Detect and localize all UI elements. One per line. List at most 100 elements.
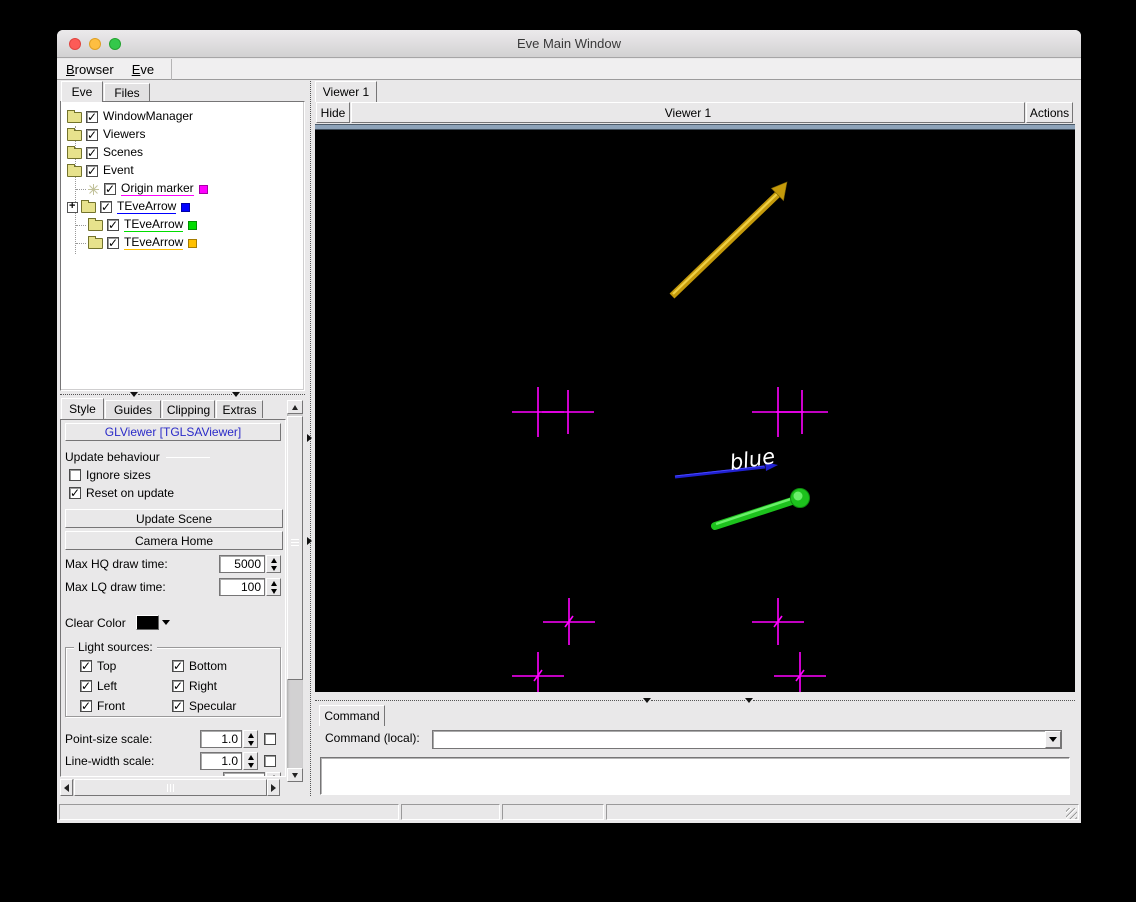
glviewer-class-button[interactable]: GLViewer [TGLSAViewer] xyxy=(65,423,281,441)
tab-command[interactable]: Command xyxy=(319,705,385,726)
light-top-option[interactable]: Top xyxy=(80,659,172,673)
light-right-checkbox[interactable] xyxy=(172,679,184,693)
light-front-option[interactable]: Front xyxy=(80,699,172,713)
tree-item-label[interactable]: Event xyxy=(103,164,134,178)
window-titlebar[interactable]: Eve Main Window xyxy=(57,30,1081,58)
green-arrow[interactable] xyxy=(711,488,810,530)
hide-button[interactable]: Hide xyxy=(316,102,350,123)
tree-row-tevearrow-yellow[interactable]: TEveArrow xyxy=(61,234,198,252)
splitter-arrow-icon[interactable] xyxy=(745,697,753,703)
tree-row-origin-marker[interactable]: Origin marker xyxy=(61,180,208,198)
scroll-down-icon[interactable] xyxy=(287,768,303,782)
tree-item-label[interactable]: Origin marker xyxy=(121,182,194,196)
tree-row-tevearrow-blue[interactable]: TEveArrow xyxy=(61,198,191,216)
visibility-checkbox[interactable] xyxy=(104,182,116,196)
menu-browser[interactable]: Browser xyxy=(57,60,123,79)
light-left-checkbox[interactable] xyxy=(80,679,92,693)
tab-viewer-1[interactable]: Viewer 1 xyxy=(315,81,377,102)
light-bottom-checkbox[interactable] xyxy=(172,659,184,673)
vscrollbar-thumb[interactable] xyxy=(287,416,303,680)
gl-canvas[interactable]: blue xyxy=(315,130,1075,692)
yellow-arrow[interactable] xyxy=(669,181,788,299)
max-hq-spinner[interactable] xyxy=(266,555,281,573)
tree-item-label[interactable]: TEveArrow xyxy=(117,200,177,214)
splitter-arrow-icon[interactable] xyxy=(232,391,240,397)
color-swatch[interactable] xyxy=(188,238,198,248)
line-width-checkbox[interactable] xyxy=(264,755,276,767)
tree-item-label[interactable]: Viewers xyxy=(103,128,145,142)
camera-home-button[interactable]: Camera Home xyxy=(65,531,283,550)
tree-item-label[interactable]: TEveArrow xyxy=(124,218,184,232)
tree-row-event[interactable]: Event xyxy=(61,162,134,180)
scroll-left-icon[interactable] xyxy=(60,779,73,796)
viewer-header-title[interactable]: Viewer 1 xyxy=(351,102,1025,123)
reset-on-update-option[interactable]: Reset on update xyxy=(69,486,174,500)
tree-row-tevearrow-green[interactable]: TEveArrow xyxy=(61,216,198,234)
max-hq-spinbox[interactable] xyxy=(219,555,265,573)
tree-row-scenes[interactable]: Scenes xyxy=(61,144,143,162)
wireframe-spinner[interactable] xyxy=(266,772,281,776)
viewer-command-splitter[interactable] xyxy=(315,696,1075,704)
visibility-checkbox[interactable] xyxy=(86,110,98,124)
visibility-checkbox[interactable] xyxy=(107,236,119,250)
tree-row-viewers[interactable]: Viewers xyxy=(61,126,145,144)
tree-item-label[interactable]: Scenes xyxy=(103,146,143,160)
panel-splitter[interactable] xyxy=(305,81,315,796)
splitter-arrow-icon[interactable] xyxy=(643,697,651,703)
tree-item-label[interactable]: TEveArrow xyxy=(124,236,184,250)
eve-tree-panel[interactable]: WindowManager Viewers Scenes Event xyxy=(60,101,305,391)
update-scene-button[interactable]: Update Scene xyxy=(65,509,283,528)
color-swatch[interactable] xyxy=(188,220,198,230)
tab-extras[interactable]: Extras xyxy=(216,400,263,418)
gl-viewport[interactable]: blue xyxy=(315,130,1075,692)
tree-row-windowmanager[interactable]: WindowManager xyxy=(61,108,193,126)
color-swatch[interactable] xyxy=(181,202,191,212)
combo-dropdown-icon[interactable] xyxy=(1045,731,1061,748)
visibility-checkbox[interactable] xyxy=(86,128,98,142)
line-width-spinbox[interactable] xyxy=(200,752,242,770)
visibility-checkbox[interactable] xyxy=(100,200,112,214)
scroll-right-icon[interactable] xyxy=(267,779,280,796)
max-lq-spinbox[interactable] xyxy=(219,578,265,596)
tree-style-splitter[interactable] xyxy=(60,390,305,398)
point-size-spinner[interactable] xyxy=(243,730,258,748)
clear-color-swatch[interactable] xyxy=(135,615,159,630)
light-specular-checkbox[interactable] xyxy=(172,699,184,713)
light-left-option[interactable]: Left xyxy=(80,679,172,693)
line-width-spinner[interactable] xyxy=(243,752,258,770)
splitter-arrow-icon[interactable] xyxy=(307,434,312,442)
visibility-checkbox[interactable] xyxy=(86,164,98,178)
color-swatch[interactable] xyxy=(198,184,208,194)
light-right-option[interactable]: Right xyxy=(172,679,272,693)
actions-button[interactable]: Actions xyxy=(1026,102,1073,123)
command-combobox[interactable] xyxy=(432,730,1062,749)
point-size-checkbox[interactable] xyxy=(264,733,276,745)
tab-guides[interactable]: Guides xyxy=(105,400,161,418)
command-input[interactable] xyxy=(433,731,1045,748)
tab-eve[interactable]: Eve xyxy=(61,81,103,102)
ignore-sizes-option[interactable]: Ignore sizes xyxy=(69,468,151,482)
point-size-spinbox[interactable] xyxy=(200,730,242,748)
scroll-up-icon[interactable] xyxy=(287,400,303,414)
ignore-sizes-checkbox[interactable] xyxy=(69,469,81,481)
reset-on-update-checkbox[interactable] xyxy=(69,486,81,500)
visibility-checkbox[interactable] xyxy=(107,218,119,232)
light-front-checkbox[interactable] xyxy=(80,699,92,713)
expand-icon[interactable] xyxy=(67,200,78,213)
menu-eve[interactable]: Eve xyxy=(123,60,163,79)
splitter-arrow-icon[interactable] xyxy=(307,537,312,545)
tab-files[interactable]: Files xyxy=(104,83,150,101)
light-bottom-option[interactable]: Bottom xyxy=(172,659,272,673)
clear-color-dropdown[interactable] xyxy=(161,615,172,630)
max-lq-spinner[interactable] xyxy=(266,578,281,596)
tab-clipping[interactable]: Clipping xyxy=(162,400,215,418)
command-output[interactable] xyxy=(320,757,1070,795)
splitter-arrow-icon[interactable] xyxy=(130,391,138,397)
wireframe-spinbox[interactable] xyxy=(223,772,265,776)
visibility-checkbox[interactable] xyxy=(86,146,98,160)
light-top-checkbox[interactable] xyxy=(80,659,92,673)
tab-style[interactable]: Style xyxy=(61,398,104,419)
resize-grip[interactable] xyxy=(1066,808,1077,819)
light-specular-option[interactable]: Specular xyxy=(172,699,272,713)
tree-item-label[interactable]: WindowManager xyxy=(103,110,193,124)
